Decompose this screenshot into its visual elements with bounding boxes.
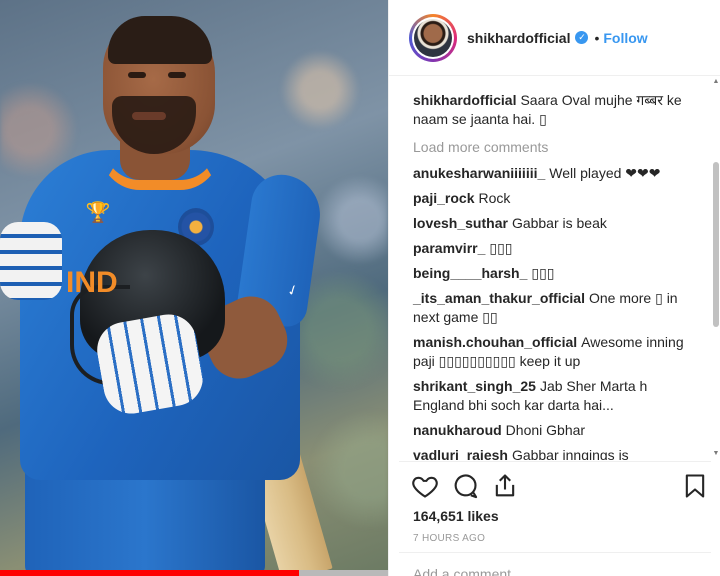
section-divider: [399, 552, 711, 553]
jersey-text: IND: [66, 266, 118, 299]
add-comment-input[interactable]: Add a comment...: [413, 566, 523, 576]
player-eye-right: [168, 72, 186, 78]
comment-item: paji_rock Rock: [413, 189, 701, 208]
header-separator: •: [594, 29, 600, 46]
comment-username[interactable]: lovesh_suthar: [413, 215, 508, 231]
post-caption: shikhardofficial Saara Oval mujhe गब्बर k…: [413, 91, 701, 129]
comment-item: anukesharwaniiiiiii_ Well played ❤❤❤: [413, 164, 701, 183]
comment-text: Dhoni Gbhar: [505, 422, 586, 438]
player-mouth: [132, 112, 166, 120]
comment-item: manish.chouhan_official Awesome inning pa…: [413, 333, 701, 371]
comment-username[interactable]: _its_aman_thakur_official: [413, 290, 585, 306]
avatar-image: [414, 18, 452, 57]
comments-list[interactable]: shikhardofficial Saara Oval mujhe गब्बर k…: [389, 77, 711, 460]
comment-username[interactable]: paramvirr_: [413, 240, 485, 256]
comment-text: Well played ❤❤❤: [549, 165, 661, 181]
world-cup-badge-icon: 🏆: [85, 202, 111, 224]
comments-scrollbar[interactable]: ▲ ▼: [711, 77, 720, 460]
load-more-comments-button[interactable]: Load more comments: [413, 139, 701, 155]
follow-button[interactable]: Follow: [603, 30, 647, 46]
comment-text: Gabbar is beak: [511, 215, 607, 231]
comment-text: Rock: [478, 190, 511, 206]
avatar-inner: [412, 16, 454, 59]
scrollbar-thumb[interactable]: [713, 162, 719, 327]
video-progress-fill: [0, 570, 299, 576]
post-timestamp: 7 HOURS AGO: [413, 533, 486, 544]
player-eye-left: [128, 72, 146, 78]
comment-item: lovesh_suthar Gabbar is beak: [413, 214, 701, 233]
likes-count[interactable]: 164,651 likes: [413, 508, 499, 524]
post-side-panel: shikhardofficial ✓ • Follow shikhardoffi…: [388, 0, 720, 576]
comment-item: being____harsh_ ▯▯▯: [413, 264, 701, 283]
caption-username[interactable]: shikhardofficial: [413, 92, 516, 108]
scroll-down-arrow-icon[interactable]: ▼: [711, 449, 720, 459]
comment-item: vadluri_rajesh Gabbar inngings is: [413, 446, 701, 460]
header-username[interactable]: shikhardofficial: [467, 30, 570, 46]
comment-text: ▯▯▯: [489, 240, 513, 256]
comment-text: ▯▯▯: [531, 265, 555, 281]
comment-username[interactable]: being____harsh_: [413, 265, 527, 281]
comment-username[interactable]: vadluri_rajesh: [413, 447, 508, 460]
comment-username[interactable]: nanukharoud: [413, 422, 502, 438]
comment-username[interactable]: paji_rock: [413, 190, 474, 206]
comment-item: _its_aman_thakur_official One more ▯ in n…: [413, 289, 701, 327]
post-photo[interactable]: रन 🏆 ✓ IND: [0, 0, 388, 576]
verified-badge-icon: ✓: [575, 31, 589, 44]
comment-text: Gabbar inngings is: [511, 447, 629, 460]
avatar[interactable]: [409, 13, 457, 62]
post-header: shikhardofficial ✓ • Follow: [389, 0, 720, 76]
section-divider: [399, 461, 711, 462]
scroll-up-arrow-icon[interactable]: ▲: [711, 77, 720, 87]
share-icon[interactable]: [491, 472, 519, 500]
comment-username[interactable]: anukesharwaniiiiiii_: [413, 165, 545, 181]
heart-icon[interactable]: [411, 472, 439, 500]
post-actions-bar: [389, 470, 720, 504]
comment-username[interactable]: shrikant_singh_25: [413, 378, 536, 394]
comment-bubble-icon[interactable]: [451, 472, 479, 500]
batting-glove-left: [0, 222, 62, 300]
comment-item: paramvirr_ ▯▯▯: [413, 239, 701, 258]
bookmark-icon[interactable]: [681, 472, 709, 500]
comment-item: nanukharoud Dhoni Gbhar: [413, 421, 701, 440]
comment-username[interactable]: manish.chouhan_official: [413, 334, 577, 350]
comment-item: shrikant_singh_25 Jab Sher Marta h Englan…: [413, 377, 701, 415]
